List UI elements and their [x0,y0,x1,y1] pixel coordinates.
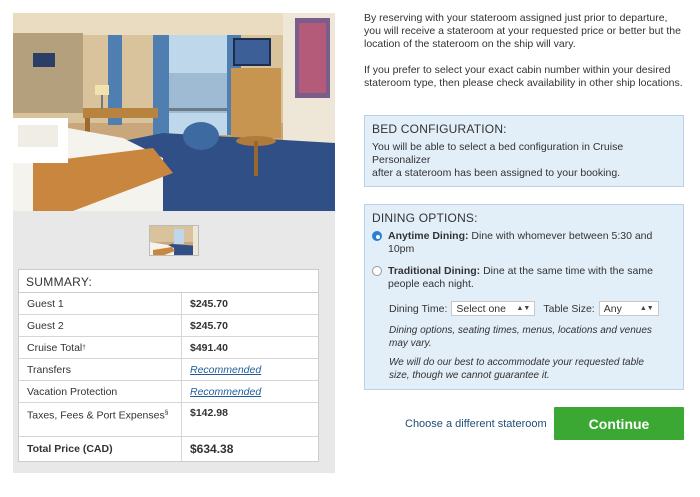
summary-row-cruise-total: Cruise Total † $491.40 [19,337,318,359]
summary-row-transfers: Transfers Recommended [19,359,318,381]
anytime-dining-radio[interactable] [372,231,382,241]
summary-title: SUMMARY: [19,270,318,293]
bed-configuration-line-1: You will be able to select a bed configu… [372,141,624,166]
summary-row-total-price: Total Price (CAD) $634.38 [19,437,318,461]
intro-paragraph-1: By reserving with your stateroom assigne… [364,12,681,50]
dining-note-1: Dining options, seating times, menus, lo… [389,325,652,349]
summary-row-taxes: Taxes, Fees & Port Expenses§ $142.98 [19,403,318,437]
summary-value: $245.70 [190,297,228,310]
summary-label: Total Price (CAD) [19,437,182,461]
dining-time-select[interactable]: Select one ▲▼ [451,301,536,316]
traditional-dining-radio[interactable] [372,266,382,276]
stateroom-thumbnail[interactable] [149,225,199,256]
dining-time-label: Dining Time: [389,302,448,315]
bed-configuration-title: BED CONFIGURATION: [372,122,507,136]
vacation-protection-recommended-link[interactable]: Recommended [182,386,261,398]
summary-label: Taxes, Fees & Port Expenses§ [19,403,182,436]
bed-configuration-box: BED CONFIGURATION: You will be able to s… [364,115,684,187]
table-size-value: Any [603,302,622,315]
summary-row-vacation-protection: Vacation Protection Recommended [19,381,318,403]
summary-label: Cruise Total † [19,337,182,358]
anytime-dining-option[interactable]: Anytime Dining: Dine with whomever betwe… [372,230,676,256]
summary-label: Guest 1 [19,293,182,314]
summary-value: $245.70 [190,319,228,332]
transfers-recommended-link[interactable]: Recommended [182,364,261,376]
anytime-dining-text: Anytime Dining: Dine with whomever betwe… [388,230,676,256]
dining-preferences-row: Dining Time: Select one ▲▼ Table Size: A… [372,301,676,316]
table-size-label: Table Size: [543,302,595,315]
traditional-dining-label: Traditional Dining: [388,265,481,277]
select-arrows-icon: ▲▼ [516,305,531,312]
stateroom-assignment-info: By reserving with your stateroom assigne… [364,12,684,103]
dagger-footnote-mark: † [82,344,86,351]
select-arrows-icon: ▲▼ [639,305,654,312]
stateroom-photo [13,13,335,211]
dining-note-2: We will do our best to accommodate your … [389,357,644,381]
summary-value: $491.40 [190,341,228,354]
stateroom-panel: SUMMARY: Guest 1 $245.70 Guest 2 $245.70… [13,13,335,473]
summary-label: Guest 2 [19,315,182,336]
summary-row-guest-2: Guest 2 $245.70 [19,315,318,337]
summary-table: SUMMARY: Guest 1 $245.70 Guest 2 $245.70… [18,269,319,462]
dining-time-value: Select one [456,302,506,315]
summary-label: Vacation Protection [19,381,182,402]
traditional-dining-option[interactable]: Traditional Dining: Dine at the same tim… [372,265,676,291]
summary-row-guest-1: Guest 1 $245.70 [19,293,318,315]
section-footnote-mark: § [164,409,169,416]
intro-paragraph-2: If you prefer to select your exact cabin… [364,64,683,89]
summary-value: $634.38 [190,442,234,456]
continue-button[interactable]: Continue [554,407,684,440]
anytime-dining-label: Anytime Dining: [388,230,469,242]
bed-configuration-line-2: after a stateroom has been assigned to y… [372,167,621,179]
summary-label: Transfers [19,359,182,380]
dining-options-title: DINING OPTIONS: [372,211,478,225]
table-size-select[interactable]: Any ▲▼ [598,301,659,316]
summary-label-text: Taxes, Fees & Port Expenses [27,409,165,422]
dining-options-box: DINING OPTIONS: Anytime Dining: Dine wit… [364,204,684,390]
traditional-dining-text: Traditional Dining: Dine at the same tim… [388,265,676,291]
summary-value: $142.98 [190,407,228,419]
choose-different-stateroom-link[interactable]: Choose a different stateroom [405,418,547,430]
summary-label-text: Cruise Total [27,341,83,354]
